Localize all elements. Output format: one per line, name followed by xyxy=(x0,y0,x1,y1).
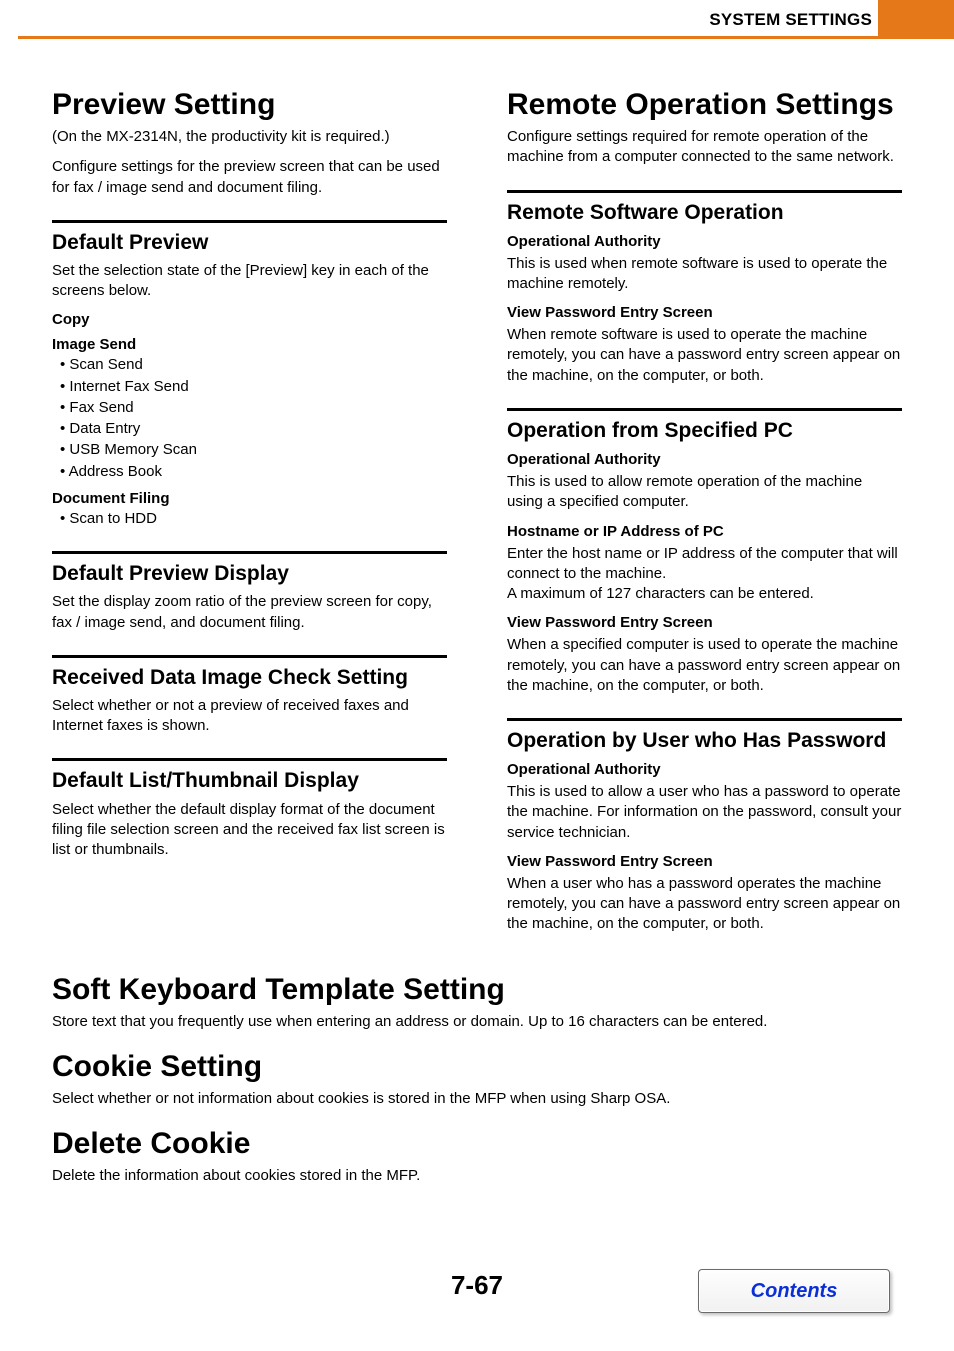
preview-setting-body: Configure settings for the preview scree… xyxy=(52,157,447,198)
label-view-password: View Password Entry Screen xyxy=(507,304,902,321)
label-document-filing: Document Filing xyxy=(52,490,447,507)
label-hostname-ip: Hostname or IP Address of PC xyxy=(507,523,902,540)
section-rule xyxy=(507,190,902,193)
section-rule xyxy=(52,655,447,658)
right-column: Remote Operation Settings Configure sett… xyxy=(507,70,902,945)
heading-default-preview: Default Preview xyxy=(52,231,447,255)
document-filing-list: Scan to HDD xyxy=(52,509,447,529)
list-item: USB Memory Scan xyxy=(60,440,447,460)
list-item: Scan Send xyxy=(60,355,447,375)
heading-default-preview-display: Default Preview Display xyxy=(52,562,447,586)
remote-software-op-auth-body: This is used when remote software is use… xyxy=(507,254,902,295)
label-view-password: View Password Entry Screen xyxy=(507,853,902,870)
specified-pc-hostname-body1: Enter the host name or IP address of the… xyxy=(507,544,902,585)
specified-pc-op-auth-body: This is used to allow remote operation o… xyxy=(507,472,902,513)
page: SYSTEM SETTINGS Preview Setting (On the … xyxy=(0,0,954,1351)
section-rule xyxy=(507,718,902,721)
heading-user-password: Operation by User who Has Password xyxy=(507,729,902,753)
delete-cookie-body: Delete the information about cookies sto… xyxy=(52,1166,902,1186)
heading-remote-operation: Remote Operation Settings xyxy=(507,88,902,121)
label-view-password: View Password Entry Screen xyxy=(507,614,902,631)
user-password-op-auth-body: This is used to allow a user who has a p… xyxy=(507,782,902,843)
default-list-thumbnail-body: Select whether the default display forma… xyxy=(52,800,447,861)
cookie-setting-body: Select whether or not information about … xyxy=(52,1089,902,1109)
specified-pc-hostname-body2: A maximum of 127 characters can be enter… xyxy=(507,584,902,604)
preview-setting-note: (On the MX-2314N, the productivity kit i… xyxy=(52,127,447,147)
user-password-view-pw-body: When a user who has a password operates … xyxy=(507,874,902,935)
heading-delete-cookie: Delete Cookie xyxy=(52,1127,902,1160)
heading-soft-keyboard: Soft Keyboard Template Setting xyxy=(52,973,902,1006)
full-width-sections: Soft Keyboard Template Setting Store tex… xyxy=(52,973,902,1187)
heading-default-list-thumbnail: Default List/Thumbnail Display xyxy=(52,769,447,793)
specified-pc-view-pw-body: When a specified computer is used to ope… xyxy=(507,635,902,696)
list-item: Fax Send xyxy=(60,398,447,418)
list-item: Internet Fax Send xyxy=(60,377,447,397)
list-item: Address Book xyxy=(60,462,447,482)
list-item: Data Entry xyxy=(60,419,447,439)
heading-preview-setting: Preview Setting xyxy=(52,88,447,121)
remote-software-view-pw-body: When remote software is used to operate … xyxy=(507,325,902,386)
remote-operation-body: Configure settings required for remote o… xyxy=(507,127,902,168)
contents-button-label: Contents xyxy=(751,1280,838,1303)
heading-specified-pc: Operation from Specified PC xyxy=(507,419,902,443)
contents-button[interactable]: Contents xyxy=(698,1269,890,1313)
left-column: Preview Setting (On the MX-2314N, the pr… xyxy=(52,70,447,945)
two-column-layout: Preview Setting (On the MX-2314N, the pr… xyxy=(52,70,902,945)
section-rule xyxy=(52,551,447,554)
label-operational-authority: Operational Authority xyxy=(507,233,902,250)
label-operational-authority: Operational Authority xyxy=(507,761,902,778)
label-operational-authority: Operational Authority xyxy=(507,451,902,468)
label-image-send: Image Send xyxy=(52,336,447,353)
default-preview-display-body: Set the display zoom ratio of the previe… xyxy=(52,592,447,633)
heading-received-data: Received Data Image Check Setting xyxy=(52,666,447,690)
list-item: Scan to HDD xyxy=(60,509,447,529)
image-send-list: Scan Send Internet Fax Send Fax Send Dat… xyxy=(52,355,447,482)
default-preview-body: Set the selection state of the [Preview]… xyxy=(52,261,447,302)
label-copy: Copy xyxy=(52,311,447,328)
page-content: Preview Setting (On the MX-2314N, the pr… xyxy=(0,0,954,1186)
received-data-body: Select whether or not a preview of recei… xyxy=(52,696,447,737)
heading-remote-software: Remote Software Operation xyxy=(507,201,902,225)
section-rule xyxy=(52,220,447,223)
section-rule xyxy=(507,408,902,411)
section-rule xyxy=(52,758,447,761)
soft-keyboard-body: Store text that you frequently use when … xyxy=(52,1012,902,1032)
heading-cookie-setting: Cookie Setting xyxy=(52,1050,902,1083)
